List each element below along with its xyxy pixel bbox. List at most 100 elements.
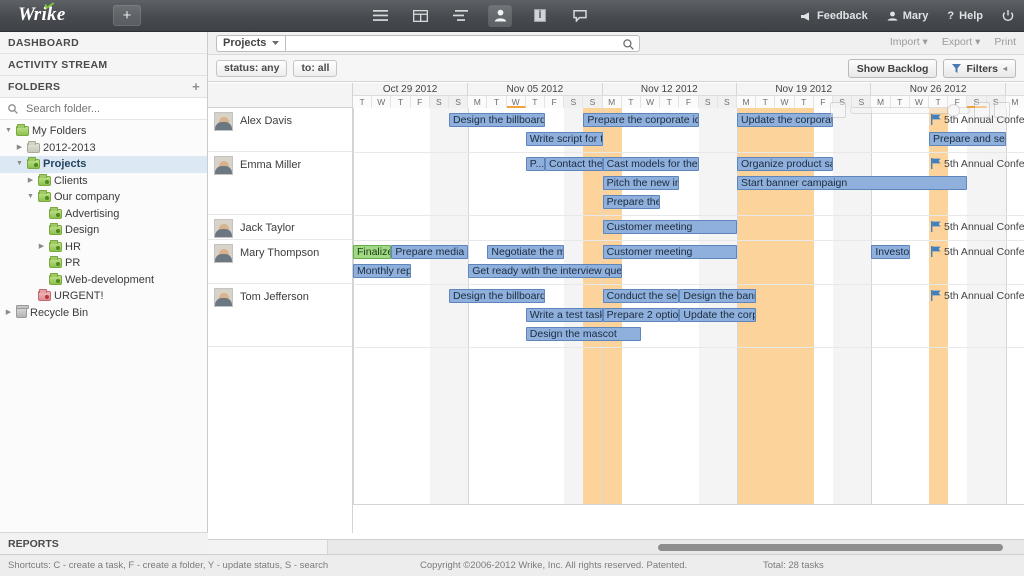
search-icon[interactable] <box>623 38 635 50</box>
sidebar-folder-our-company[interactable]: ▼ Our company <box>0 189 207 206</box>
task-bar[interactable]: P... <box>525 157 545 171</box>
scrollbar-thumb[interactable] <box>658 544 1003 551</box>
milestone[interactable]: 5th Annual Conference <box>931 289 1024 303</box>
sidebar-folder-design[interactable]: Design <box>0 222 207 239</box>
sidebar-folder-label: Clients <box>54 174 88 187</box>
task-bar[interactable]: Prepare the corporate identity developme… <box>583 113 699 127</box>
zoom-slider[interactable] <box>850 103 970 117</box>
gantt-view-icon[interactable] <box>448 4 472 27</box>
search-box[interactable] <box>285 34 641 52</box>
assignee-row[interactable]: Alex Davis <box>208 108 352 152</box>
filter-chip-to[interactable]: to: all <box>293 59 338 77</box>
task-bar[interactable]: Design the billboard layout <box>449 113 545 127</box>
import-menu[interactable]: Import ▾ <box>890 36 928 48</box>
task-bar[interactable]: Organize product sampling <box>737 157 833 171</box>
task-bar[interactable]: Prepare media plan <box>391 245 469 259</box>
show-backlog-button[interactable]: Show Backlog <box>847 59 938 78</box>
day-label: T <box>487 96 507 108</box>
sidebar-folder-clients[interactable]: ▶ Clients <box>0 173 207 190</box>
sidebar-folder-recycle-bin[interactable]: ▶ Recycle Bin <box>0 305 207 322</box>
zoom-controls-overlay[interactable] <box>830 99 1010 121</box>
add-folder-button[interactable]: + <box>192 79 200 95</box>
wrike-logo[interactable]: Wrike <box>18 2 66 26</box>
chat-view-icon[interactable] <box>568 4 592 27</box>
assignee-row[interactable]: Tom Jefferson <box>208 284 352 347</box>
chevron-right-icon[interactable]: ▶ <box>26 176 35 186</box>
task-bar[interactable]: Design the billboard layout <box>449 289 545 303</box>
task-bar[interactable]: Customer meeting <box>602 220 737 234</box>
task-bar[interactable]: Contact the succ... <box>545 157 603 171</box>
add-button[interactable]: + <box>113 5 141 26</box>
search-input[interactable] <box>292 36 634 50</box>
task-bar[interactable]: Negotiate the media... <box>487 245 565 259</box>
task-bar[interactable]: Design the banner mock-up <box>679 289 757 303</box>
sidebar-folder-advertising[interactable]: Advertising <box>0 206 207 223</box>
task-bar[interactable]: Finalize the... <box>353 245 392 259</box>
folder-search[interactable] <box>0 98 207 120</box>
scope-dropdown[interactable]: Projects <box>216 34 286 52</box>
chevron-down-icon[interactable]: ▼ <box>26 192 35 202</box>
sidebar-folder-urgent[interactable]: URGENT! <box>0 288 207 305</box>
sidebar-folder-projects[interactable]: ▼ Projects <box>0 156 207 173</box>
sidebar-folder-2012-2013[interactable]: ▶ 2012-2013 <box>0 140 207 157</box>
table-view-icon[interactable] <box>408 4 432 27</box>
sidebar-item-activity-stream[interactable]: ACTIVITY STREAM <box>0 54 207 76</box>
task-bar[interactable]: Prepare the POS <box>602 195 661 209</box>
assignee-row[interactable]: Jack Taylor <box>208 215 352 240</box>
task-bar[interactable]: Investor meeting <box>871 245 910 259</box>
week-label <box>1005 83 1024 96</box>
filters-button[interactable]: Filters ◂ <box>943 59 1016 78</box>
sidebar-folder-my-folders[interactable]: ▼ My Folders <box>0 123 207 140</box>
print-button[interactable]: Print <box>994 36 1016 48</box>
assignee-row[interactable]: Mary Thompson <box>208 240 352 284</box>
chevron-down-icon[interactable]: ▼ <box>15 159 24 169</box>
milestone[interactable]: 5th Annual Conference <box>931 157 1024 171</box>
task-bar[interactable]: Write a test task for the... <box>525 308 603 322</box>
chevron-right-icon[interactable]: ▶ <box>37 242 46 252</box>
chevron-right-icon[interactable]: ▶ <box>4 308 13 318</box>
chevron-down-icon[interactable]: ▼ <box>4 126 13 136</box>
task-bar[interactable]: Design the mascot <box>525 327 641 341</box>
task-bar[interactable]: Customer meeting <box>602 245 737 259</box>
task-bar[interactable]: Prepare 2 options for the c... <box>602 308 680 322</box>
sidebar-item-dashboard[interactable]: DASHBOARD <box>0 32 207 54</box>
sidebar-folder-web-development[interactable]: Web-development <box>0 272 207 289</box>
flag-icon <box>931 246 941 257</box>
week-divider <box>353 108 354 532</box>
task-bar[interactable]: Update the corporate site <box>679 308 757 322</box>
assignee-row[interactable]: Emma Miller <box>208 152 352 215</box>
zoom-in-button[interactable] <box>974 102 990 118</box>
task-bar[interactable]: Write script for the video <box>525 132 603 146</box>
folder-shared-icon <box>49 206 62 219</box>
task-bar[interactable]: Start banner campaign <box>737 176 968 190</box>
user-link[interactable]: Mary <box>887 10 928 22</box>
zoom-slider-knob[interactable] <box>947 103 960 117</box>
sidebar-item-reports[interactable]: REPORTS <box>0 532 208 554</box>
task-bar[interactable]: Conduct the second interview <box>602 289 680 303</box>
task-bar[interactable]: Prepare and send out media kit <box>929 132 1006 146</box>
task-bar[interactable]: Monthly report <box>353 264 411 278</box>
logout-button[interactable] <box>1002 10 1014 22</box>
sidebar-folder-hr[interactable]: ▶ HR <box>0 239 207 256</box>
task-bar[interactable]: Update the corporate site <box>737 113 833 127</box>
feedback-link[interactable]: Feedback <box>800 10 868 22</box>
filter-chip-status[interactable]: status: any <box>216 59 288 77</box>
milestone[interactable]: 5th Annual Conference <box>931 220 1024 234</box>
task-bar[interactable]: Pitch the new interview <box>602 176 680 190</box>
chevron-right-icon[interactable]: ▶ <box>15 143 24 153</box>
fit-screen-button[interactable] <box>994 102 1010 118</box>
horizontal-scrollbar[interactable] <box>208 539 1024 554</box>
day-label: F <box>679 96 699 108</box>
export-menu[interactable]: Export ▾ <box>942 36 981 48</box>
help-link[interactable]: ? Help <box>947 10 983 22</box>
task-bar[interactable]: Cast models for the shoot <box>602 157 699 171</box>
list-view-icon[interactable] <box>368 4 392 27</box>
files-view-icon[interactable] <box>528 4 552 27</box>
workload-view-icon[interactable] <box>488 4 512 27</box>
milestone[interactable]: 5th Annual Conference <box>931 245 1024 259</box>
zoom-out-button[interactable] <box>830 102 846 118</box>
folder-search-input[interactable] <box>24 101 184 116</box>
sidebar-folder-pr[interactable]: PR <box>0 255 207 272</box>
task-bar[interactable]: Get ready with the interview questions <box>468 264 622 278</box>
person-icon <box>887 11 898 21</box>
